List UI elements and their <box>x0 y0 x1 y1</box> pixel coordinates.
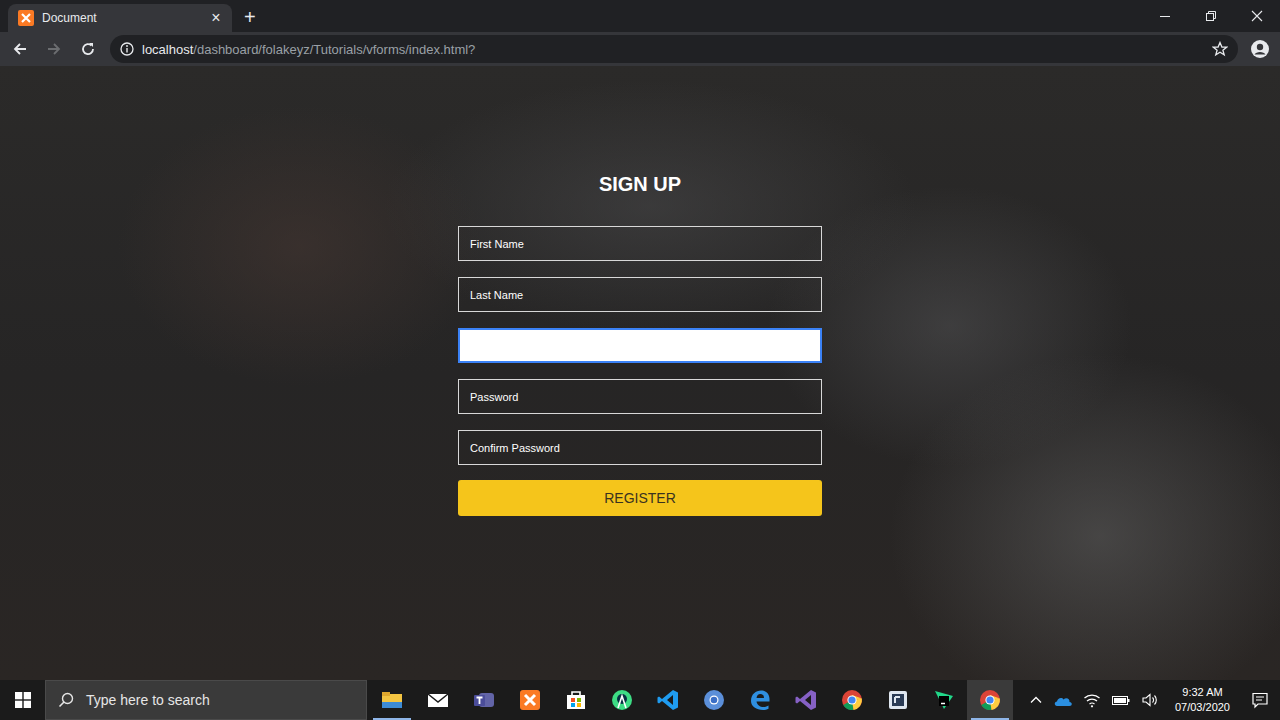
forward-arrow-icon <box>46 41 62 57</box>
vscode-icon <box>656 688 680 712</box>
form-field[interactable] <box>458 328 822 363</box>
register-button[interactable]: REGISTER <box>458 480 822 516</box>
taskbar-app[interactable] <box>921 680 967 720</box>
taskbar-app[interactable] <box>461 680 507 720</box>
xampp-icon <box>518 688 542 712</box>
taskbar-apps <box>369 680 1013 720</box>
star-icon[interactable] <box>1212 41 1228 57</box>
tab-close-button[interactable]: × <box>208 10 224 26</box>
new-tab-button[interactable]: + <box>244 7 256 27</box>
browser-toolbar: localhost/dashboard/folakeyz/Tutorials/v… <box>0 32 1280 66</box>
close-window-button[interactable] <box>1234 0 1280 32</box>
close-icon <box>1251 10 1263 22</box>
chromium-icon <box>702 688 726 712</box>
notification-icon <box>1251 691 1269 709</box>
taskbar-app[interactable] <box>829 680 875 720</box>
search-icon <box>58 692 74 708</box>
taskbar-app[interactable] <box>875 680 921 720</box>
minimize-icon <box>1159 10 1171 22</box>
taskbar-app[interactable] <box>645 680 691 720</box>
minimize-button[interactable] <box>1142 0 1188 32</box>
restore-icon <box>1205 10 1217 22</box>
action-center-button[interactable] <box>1240 680 1280 720</box>
xampp-icon <box>18 10 34 26</box>
android-studio-icon <box>610 688 634 712</box>
edge-icon <box>748 688 772 712</box>
editor-icon <box>886 688 910 712</box>
forward-button[interactable] <box>42 37 66 61</box>
battery-icon[interactable] <box>1111 693 1131 707</box>
title-bar: Document × + <box>0 0 1280 32</box>
onedrive-icon[interactable] <box>1053 693 1073 707</box>
profile-icon <box>1250 39 1270 59</box>
form-field[interactable] <box>458 430 822 465</box>
mail-icon <box>426 688 450 712</box>
taskbar-app[interactable] <box>783 680 829 720</box>
taskbar-app[interactable] <box>415 680 461 720</box>
form-field[interactable] <box>458 379 822 414</box>
back-arrow-icon <box>12 41 28 57</box>
taskbar-app[interactable] <box>967 680 1013 720</box>
taskbar: Type here to search 9:32 AM07/03/2020 <box>0 680 1280 720</box>
taskbar-app[interactable] <box>691 680 737 720</box>
start-button[interactable] <box>0 680 45 720</box>
taskbar-app[interactable] <box>553 680 599 720</box>
chrome-icon <box>978 688 1002 712</box>
form-fields <box>458 226 822 465</box>
taskbar-app[interactable] <box>369 680 415 720</box>
chrome-icon <box>840 688 864 712</box>
visual-studio-icon <box>794 688 818 712</box>
form-field[interactable] <box>458 226 822 261</box>
system-tray: 9:32 AM07/03/2020 <box>1029 680 1240 720</box>
taskbar-app[interactable] <box>599 680 645 720</box>
clock[interactable]: 9:32 AM07/03/2020 <box>1169 685 1236 715</box>
windows-logo-icon <box>15 692 31 708</box>
url-path: /dashboard/folakeyz/Tutorials/vforms/ind… <box>193 42 475 57</box>
url-host: localhost <box>142 42 193 57</box>
info-icon <box>120 42 134 56</box>
search-placeholder: Type here to search <box>86 692 210 708</box>
taskbar-search[interactable]: Type here to search <box>45 680 367 720</box>
file-explorer-icon <box>380 688 404 712</box>
reload-button[interactable] <box>76 37 100 61</box>
clock-time: 9:32 AM <box>1182 685 1222 700</box>
address-bar[interactable]: localhost/dashboard/folakeyz/Tutorials/v… <box>110 35 1238 63</box>
store-icon <box>564 688 588 712</box>
browser-tab[interactable]: Document × <box>8 4 232 32</box>
tab-title: Document <box>42 11 200 25</box>
form-title: SIGN UP <box>599 172 681 196</box>
window-controls <box>1142 0 1280 32</box>
profile-button[interactable] <box>1248 37 1272 61</box>
show-hidden-icons-icon[interactable] <box>1029 693 1043 707</box>
taskbar-app[interactable] <box>737 680 783 720</box>
ide-icon <box>932 688 956 712</box>
form-field[interactable] <box>458 277 822 312</box>
running-indicator <box>971 718 1009 720</box>
reload-icon <box>80 41 96 57</box>
background-photo: SIGN UP REGISTER <box>0 66 1280 680</box>
signup-form: SIGN UP REGISTER <box>0 66 1280 516</box>
taskbar-app[interactable] <box>507 680 553 720</box>
clock-date: 07/03/2020 <box>1175 700 1230 715</box>
volume-icon[interactable] <box>1141 692 1159 708</box>
wifi-icon[interactable] <box>1083 692 1101 708</box>
back-button[interactable] <box>8 37 32 61</box>
teams-icon <box>472 688 496 712</box>
url-text: localhost/dashboard/folakeyz/Tutorials/v… <box>142 42 1204 57</box>
restore-button[interactable] <box>1188 0 1234 32</box>
running-indicator <box>373 718 411 720</box>
